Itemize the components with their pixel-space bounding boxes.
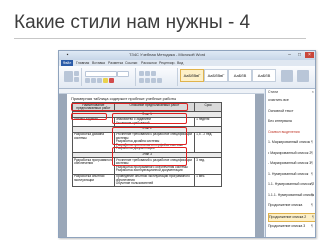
style-item[interactable]: - Маркированный список 3 ¶ bbox=[268, 160, 314, 167]
style-item-label: Продолжение списка 3 bbox=[268, 224, 306, 228]
highlight-icon[interactable] bbox=[103, 78, 108, 83]
close-button[interactable]: × bbox=[305, 52, 314, 58]
italic-icon[interactable] bbox=[91, 78, 96, 83]
document-heading: Примерная таблица содержит пробные учебн… bbox=[71, 96, 177, 101]
paragraph-mark-icon: ¶ bbox=[311, 161, 313, 165]
style-item-label: • Маркированный список 2 bbox=[268, 150, 312, 155]
table-row: Разработка опытной эксплуатации Проведени… bbox=[72, 173, 222, 188]
tab-mailings[interactable]: Рассылки bbox=[141, 61, 157, 65]
tab-review[interactable]: Рецензир. bbox=[159, 61, 175, 65]
title-divider bbox=[14, 38, 306, 39]
table-cell[interactable]: Разработка программного обеспечения bbox=[72, 157, 115, 175]
tab-layout[interactable]: Разметка bbox=[108, 61, 123, 65]
editing-icon[interactable] bbox=[297, 70, 309, 82]
style-item[interactable]: 1. Нумерованный список ¶ bbox=[268, 171, 314, 178]
tab-insert[interactable]: Вставка bbox=[92, 61, 105, 65]
style-item-label: 1.1. Нумерованный список 2 bbox=[268, 182, 314, 186]
copy-icon[interactable] bbox=[74, 77, 79, 82]
style-item[interactable]: Символ выделения bbox=[268, 129, 314, 136]
tab-view[interactable]: Вид bbox=[177, 61, 183, 65]
paragraph-mark-icon: ¶ bbox=[311, 203, 313, 207]
style-item[interactable]: Основной текст bbox=[268, 108, 314, 115]
quick-access-icon[interactable]: ▪ bbox=[63, 52, 72, 58]
document-page[interactable]: Примерная таблица содержит пробные учебн… bbox=[67, 94, 255, 237]
style-item[interactable]: Продолжение списка 3 ¶ bbox=[268, 223, 314, 230]
change-styles-icon[interactable] bbox=[281, 70, 293, 82]
style-item[interactable]: очистить все bbox=[268, 97, 314, 104]
numbering-icon[interactable] bbox=[145, 71, 150, 76]
style-quick-4[interactable]: АаБбВ bbox=[252, 69, 276, 82]
paragraph-mark-icon: ¶ bbox=[312, 214, 314, 219]
paste-icon[interactable] bbox=[64, 71, 73, 82]
tab-home[interactable]: Главная bbox=[76, 61, 89, 65]
style-item[interactable]: • Маркированный список 2 ¶ bbox=[268, 150, 314, 157]
align-left-icon[interactable] bbox=[139, 78, 144, 83]
align-right-icon[interactable] bbox=[151, 78, 156, 83]
paragraph-mark-icon: ¶ bbox=[311, 140, 313, 144]
table-cell[interactable]: 1 мес. bbox=[194, 173, 222, 188]
paragraph-mark-icon: ¶ bbox=[311, 171, 313, 176]
paragraph-mark-icon: ¶ bbox=[311, 150, 313, 155]
styles-pane: Стили × очистить все Основной текст Без ин… bbox=[265, 89, 315, 237]
font-size-select[interactable] bbox=[117, 71, 129, 77]
paragraph-mark-icon: ¶ bbox=[311, 224, 313, 228]
ribbon: АаБбВвГ АаБбВвГ АаБбВ АаБбВ bbox=[59, 66, 315, 89]
document-area: Примерная таблица содержит пробные учебн… bbox=[59, 94, 264, 237]
style-item-label: - Маркированный список 3 bbox=[268, 161, 312, 165]
highlight-box-header bbox=[71, 103, 188, 111]
style-item[interactable]: Без интервала bbox=[268, 118, 314, 125]
style-item[interactable]: 1.1.1. Нумерованный список 3 ¶ bbox=[268, 192, 314, 199]
table-cell[interactable]: 1 неделя bbox=[194, 116, 222, 127]
window-titlebar: ▪ ТЗ4С Учебная Методика - Microsoft Word… bbox=[59, 51, 315, 60]
style-quick-1[interactable]: АаБбВвГ bbox=[180, 69, 204, 82]
tab-references[interactable]: Ссылки bbox=[125, 61, 137, 65]
close-pane-icon[interactable]: × bbox=[312, 89, 314, 94]
bullets-icon[interactable] bbox=[139, 71, 144, 76]
style-item[interactable]: 1.1. Нумерованный список 2 ¶ bbox=[268, 181, 314, 188]
highlight-box-list-3 bbox=[112, 147, 187, 166]
style-item-label: Основной текст bbox=[268, 108, 294, 113]
style-item-label: 1. Маркированный список bbox=[268, 140, 311, 144]
align-center-icon[interactable] bbox=[145, 78, 150, 83]
paragraph-group bbox=[137, 68, 178, 86]
font-color-icon[interactable] bbox=[109, 78, 114, 83]
table-cell[interactable]: Разработка опытной эксплуатации bbox=[72, 173, 115, 188]
maximize-button[interactable]: □ bbox=[295, 52, 304, 58]
style-item-label: Продолжение списка bbox=[268, 203, 303, 207]
window-title: ТЗ4С Учебная Методика - Microsoft Word bbox=[129, 52, 206, 57]
style-item-label: 1. Нумерованный список bbox=[268, 171, 309, 176]
style-item-label: Без интервала bbox=[268, 119, 292, 123]
style-item-label: Символ выделения bbox=[268, 129, 300, 134]
styles-pane-title: Стили bbox=[268, 90, 279, 94]
multilevel-icon[interactable] bbox=[151, 71, 156, 76]
bold-icon[interactable] bbox=[85, 78, 90, 83]
paragraph-mark-icon: ¶ bbox=[311, 192, 313, 197]
table-cell[interactable]: 1,5 - 2 нед. bbox=[194, 131, 222, 153]
style-quick-2[interactable]: АаБбВвГ bbox=[204, 69, 228, 82]
style-item[interactable]: 1. Маркированный список ¶ bbox=[268, 139, 314, 146]
style-quick-3[interactable]: АаБбВ bbox=[228, 69, 252, 82]
highlight-box-cell bbox=[71, 113, 107, 120]
cut-icon[interactable] bbox=[74, 71, 79, 76]
font-group bbox=[83, 68, 136, 86]
table-cell[interactable]: Разработка дизайна системы bbox=[72, 131, 115, 153]
table-cell[interactable]: 3 нед. bbox=[194, 157, 222, 175]
paragraph-mark-icon: ¶ bbox=[311, 182, 313, 186]
style-item[interactable]: Продолжение списка 2 ¶ bbox=[268, 212, 315, 222]
justify-icon[interactable] bbox=[157, 78, 162, 83]
style-item-label: очистить все bbox=[268, 98, 289, 102]
clipboard-group bbox=[61, 68, 82, 86]
font-name-select[interactable] bbox=[85, 71, 117, 77]
minimize-button[interactable]: – bbox=[285, 52, 294, 58]
highlight-box-list-1 bbox=[112, 113, 187, 124]
style-item-label: Продолжение списка 2 bbox=[269, 214, 307, 219]
word-window: ▪ ТЗ4С Учебная Методика - Microsoft Word… bbox=[58, 50, 316, 238]
style-item-label: 1.1.1. Нумерованный список 3 bbox=[268, 192, 314, 197]
style-item[interactable]: Продолжение списка ¶ bbox=[268, 202, 314, 209]
table-header-cell: Срок bbox=[194, 101, 222, 113]
highlight-box-list-2 bbox=[112, 127, 187, 145]
underline-icon[interactable] bbox=[97, 78, 102, 83]
slide-title: Какие стили нам нужны - 4 bbox=[14, 12, 251, 33]
table-cell[interactable]: Проведение опытной эксплуатации программ… bbox=[113, 173, 196, 188]
